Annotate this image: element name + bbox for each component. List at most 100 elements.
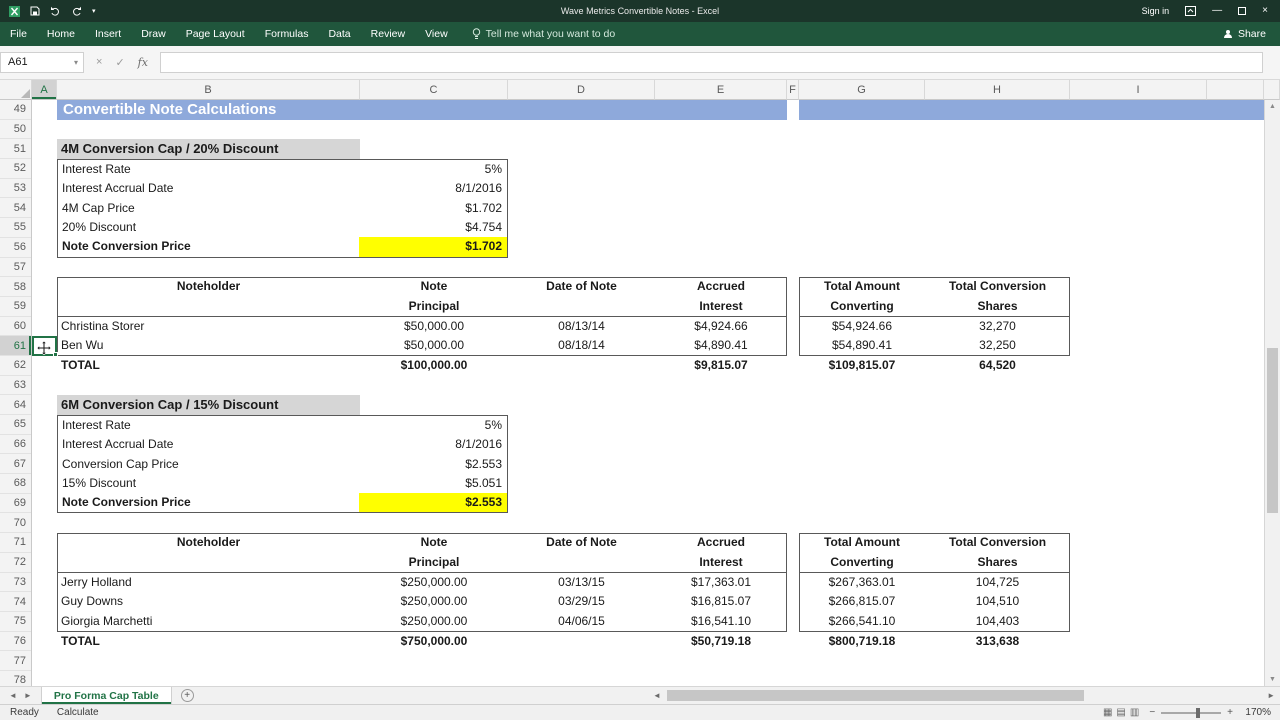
tab-page-layout[interactable]: Page Layout xyxy=(176,22,255,46)
cell-total-label[interactable]: TOTAL xyxy=(57,356,360,376)
row-header[interactable]: 66 xyxy=(0,435,31,455)
table-header-interest[interactable]: Accrued Interest xyxy=(655,533,787,573)
cell-shares[interactable]: 32,250 xyxy=(925,336,1070,356)
save-icon[interactable] xyxy=(30,6,40,16)
detail-label[interactable]: 15% Discount xyxy=(58,474,359,493)
cell-date[interactable]: 04/06/15 xyxy=(508,612,655,632)
cell-date[interactable]: 03/29/15 xyxy=(508,592,655,612)
zoom-slider-thumb[interactable] xyxy=(1195,707,1200,718)
table-header-principal[interactable]: Note Principal xyxy=(360,277,508,317)
detail-value[interactable]: $4.754 xyxy=(359,218,507,237)
name-box-caret-icon[interactable]: ▾ xyxy=(69,58,83,67)
row-header[interactable]: 67 xyxy=(0,454,31,475)
row-header[interactable]: 73 xyxy=(0,573,31,593)
cell-date[interactable]: 08/13/14 xyxy=(508,317,655,337)
minimize-button[interactable]: — xyxy=(1212,6,1222,16)
undo-icon[interactable] xyxy=(50,6,61,16)
hscroll-right-icon[interactable]: ► xyxy=(1267,691,1275,700)
row-header[interactable]: 53 xyxy=(0,179,31,199)
table-header-date[interactable]: Date of Note xyxy=(508,533,655,573)
cell-total-converting[interactable]: $800,719.18 xyxy=(799,632,925,652)
row-header[interactable]: 70 xyxy=(0,513,31,534)
tab-file[interactable]: File xyxy=(0,22,37,46)
cell-date[interactable]: 03/13/15 xyxy=(508,573,655,593)
hscroll-left-icon[interactable]: ◄ xyxy=(653,691,661,700)
column-header-h[interactable]: H xyxy=(925,80,1070,100)
detail-value[interactable]: 5% xyxy=(359,160,507,179)
row-header[interactable]: 63 xyxy=(0,376,31,396)
row-header[interactable]: 76 xyxy=(0,632,31,652)
cell-total-principal[interactable]: $100,000.00 xyxy=(360,356,508,376)
cell-converting[interactable]: $266,815.07 xyxy=(799,592,925,612)
detail-label[interactable]: Interest Rate xyxy=(58,416,359,435)
horizontal-scroll-thumb[interactable] xyxy=(666,690,1085,701)
column-header-g[interactable]: G xyxy=(799,80,925,100)
detail-label[interactable]: Note Conversion Price xyxy=(58,493,359,512)
sign-in-button[interactable]: Sign in xyxy=(1142,6,1170,16)
page-layout-view-icon[interactable]: ▤ xyxy=(1116,707,1125,718)
cell-total-converting[interactable]: $109,815.07 xyxy=(799,356,925,376)
vertical-scroll-thumb[interactable] xyxy=(1267,348,1278,514)
row-header[interactable]: 50 xyxy=(0,120,31,140)
section-title[interactable]: 4M Conversion Cap / 20% Discount xyxy=(57,139,360,160)
table-header-interest[interactable]: Accrued Interest xyxy=(655,277,787,317)
row-header[interactable]: 58 xyxy=(0,277,31,297)
cell-principal[interactable]: $50,000.00 xyxy=(360,317,508,337)
column-header-i[interactable]: I xyxy=(1070,80,1207,100)
zoom-in-button[interactable]: + xyxy=(1227,707,1233,718)
excel-logo-icon[interactable] xyxy=(9,5,20,17)
column-header-f[interactable]: F xyxy=(787,80,799,100)
banner-cell-right[interactable] xyxy=(799,100,1264,120)
row-header[interactable]: 60 xyxy=(0,317,31,337)
detail-label[interactable]: Interest Rate xyxy=(58,160,359,179)
formula-input[interactable] xyxy=(159,51,1263,73)
cell-interest[interactable]: $4,890.41 xyxy=(655,336,787,356)
detail-label[interactable]: Note Conversion Price xyxy=(58,237,359,256)
close-button[interactable]: × xyxy=(1262,6,1268,16)
table-header-converting[interactable]: Total Amount Converting xyxy=(799,277,925,317)
cell-converting[interactable]: $266,541.10 xyxy=(799,612,925,632)
column-header-j[interactable] xyxy=(1207,80,1264,100)
row-header[interactable]: 68 xyxy=(0,474,31,494)
section-title[interactable]: 6M Conversion Cap / 15% Discount xyxy=(57,395,360,415)
active-cell-a61[interactable] xyxy=(32,336,58,357)
row-header[interactable]: 71 xyxy=(0,533,31,553)
column-header-b[interactable]: B xyxy=(57,80,360,100)
row-header[interactable]: 51 xyxy=(0,139,31,160)
table-header-date[interactable]: Date of Note xyxy=(508,277,655,317)
row-header[interactable]: 54 xyxy=(0,198,31,219)
cell-converting[interactable]: $54,924.66 xyxy=(799,317,925,337)
table-header-noteholder[interactable]: Noteholder xyxy=(57,533,360,573)
detail-label[interactable]: Interest Accrual Date xyxy=(58,179,359,198)
column-header-d[interactable]: D xyxy=(508,80,655,100)
zoom-level[interactable]: 170% xyxy=(1243,707,1271,718)
row-header[interactable]: 59 xyxy=(0,297,31,317)
vertical-scrollbar[interactable]: ▲ ▼ xyxy=(1264,100,1280,686)
cell-principal[interactable]: $250,000.00 xyxy=(360,573,508,593)
maximize-button[interactable] xyxy=(1238,7,1247,15)
cell-shares[interactable]: 104,403 xyxy=(925,612,1070,632)
cancel-button[interactable]: × xyxy=(96,56,102,68)
select-all-corner[interactable] xyxy=(0,80,32,100)
column-header-e[interactable]: E xyxy=(655,80,787,100)
page-break-view-icon[interactable]: ▥ xyxy=(1130,707,1139,718)
cell-interest[interactable]: $16,541.10 xyxy=(655,612,787,632)
row-header[interactable]: 64 xyxy=(0,395,31,415)
cell-converting[interactable]: $54,890.41 xyxy=(799,336,925,356)
tab-draw[interactable]: Draw xyxy=(131,22,176,46)
cell-shares[interactable]: 104,725 xyxy=(925,573,1070,593)
row-header[interactable]: 65 xyxy=(0,415,31,435)
cell-total-interest[interactable]: $50,719.18 xyxy=(655,632,787,652)
cell-total-interest[interactable]: $9,815.07 xyxy=(655,356,787,376)
table-header-noteholder[interactable]: Noteholder xyxy=(57,277,360,317)
cell-noteholder[interactable]: Christina Storer xyxy=(57,317,360,337)
cell-interest[interactable]: $16,815.07 xyxy=(655,592,787,612)
cell-date[interactable]: 08/18/14 xyxy=(508,336,655,356)
table-header-converting[interactable]: Total Amount Converting xyxy=(799,533,925,573)
detail-value[interactable]: $2.553 xyxy=(359,455,507,474)
cell-shares[interactable]: 32,270 xyxy=(925,317,1070,337)
detail-value[interactable]: 8/1/2016 xyxy=(359,435,507,454)
row-header[interactable]: 62 xyxy=(0,356,31,376)
banner-cell[interactable]: Convertible Note Calculations xyxy=(57,100,787,120)
calculate-indicator[interactable]: Calculate xyxy=(57,707,99,718)
